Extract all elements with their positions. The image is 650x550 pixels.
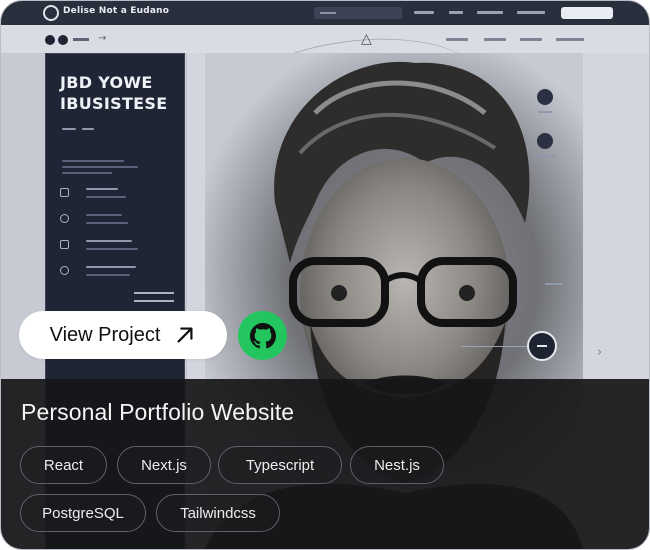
preview-subnav-item [520,38,542,41]
preview-text-line [62,128,76,130]
preview-hero-heading-line: JBD YOWE [60,73,153,92]
preview-slider-track [461,346,531,347]
preview-nav-link [449,11,463,14]
view-project-button[interactable]: View Project [19,311,227,359]
preview-text-line [86,214,122,216]
preview-nav-link [477,11,503,14]
preview-text-line [538,111,552,113]
preview-hero-heading: JBD YOWE IBUSISTESE [60,72,167,114]
preview-text-line [86,188,118,190]
preview-play-icon [60,240,69,249]
preview-text-line [82,128,94,130]
github-button[interactable] [238,311,287,360]
tech-tag: React [20,446,107,484]
preview-list-icon [60,266,69,275]
preview-text-line [86,222,128,224]
preview-text-line [533,155,555,157]
preview-subnav-item [556,38,584,41]
preview-arrow-icon: → [98,33,107,44]
project-card: Delise Not a Eudano → △ JBD YOWE IBUSIST… [0,0,650,550]
preview-side-button [537,89,553,105]
preview-controls [134,292,174,302]
arrow-up-right-icon [177,327,193,343]
preview-subnav-item [484,38,506,41]
preview-text-line [62,166,138,168]
preview-nav-link [517,11,545,14]
tech-tag: Tailwindcss [156,494,280,532]
preview-text-line [86,240,132,242]
preview-list-icon [60,214,69,223]
tech-tag: Typescript [218,446,342,484]
preview-text-line [62,172,112,174]
preview-text-line [545,283,563,285]
tech-tag: PostgreSQL [20,494,146,532]
preview-text-line [86,196,126,198]
preview-play-icon [60,188,69,197]
preview-nav-link [414,11,434,14]
preview-subnav-label [73,38,89,41]
tech-tag: Next.js [117,446,211,484]
preview-text-line [86,266,136,268]
preview-hero-heading-line: IBUSISTESE [60,94,168,113]
preview-side-button [537,133,553,149]
preview-dot-icon [45,35,55,45]
preview-search-bar [314,7,402,19]
preview-dot-icon [58,35,68,45]
preview-logo-icon [43,5,59,21]
preview-chevron-right-icon: › [597,345,603,360]
preview-topbar: Delise Not a Eudano [1,1,649,25]
github-icon [249,322,276,348]
preview-text-line [62,160,124,162]
preview-menu-button [527,331,557,361]
preview-triangle-icon: △ [361,31,372,47]
preview-site-brand: Delise Not a Eudano [63,6,170,16]
view-project-label: View Project [49,323,161,346]
preview-text-line [86,274,130,276]
preview-text-line [86,248,138,250]
preview-subnav-item [446,38,468,41]
project-title: Personal Portfolio Website [21,399,295,425]
preview-cta-pill [561,7,613,19]
tech-tag: Nest.js [350,446,444,484]
